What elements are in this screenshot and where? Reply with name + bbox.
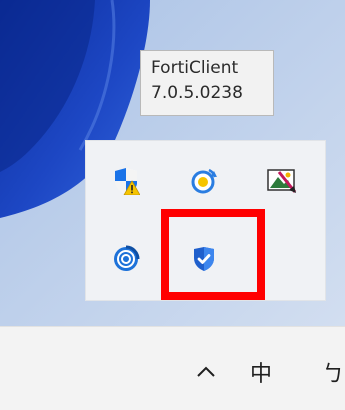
tooltip-version: 7.0.5.0238 <box>151 83 243 103</box>
forticlient-tooltip: FortiClient 7.0.5.0238 <box>140 50 274 116</box>
taskbar: 中 ㄅ <box>0 326 345 410</box>
ime-mode-indicator[interactable]: ㄅ <box>322 357 345 387</box>
desktop-screen: FortiClient 7.0.5.0238 中 ㄅ <box>0 0 345 410</box>
ime-language-indicator[interactable]: 中 <box>243 357 279 387</box>
tooltip-app-name: FortiClient <box>151 58 239 78</box>
screen-capture-icon[interactable] <box>262 161 302 201</box>
update-agent-icon[interactable] <box>184 161 224 201</box>
forticlient-shield-icon[interactable] <box>184 239 224 279</box>
sync-swirl-icon[interactable] <box>106 239 146 279</box>
shield-warning-icon[interactable] <box>106 161 146 201</box>
system-tray-overflow <box>85 140 326 301</box>
chevron-up-icon[interactable] <box>190 357 222 387</box>
